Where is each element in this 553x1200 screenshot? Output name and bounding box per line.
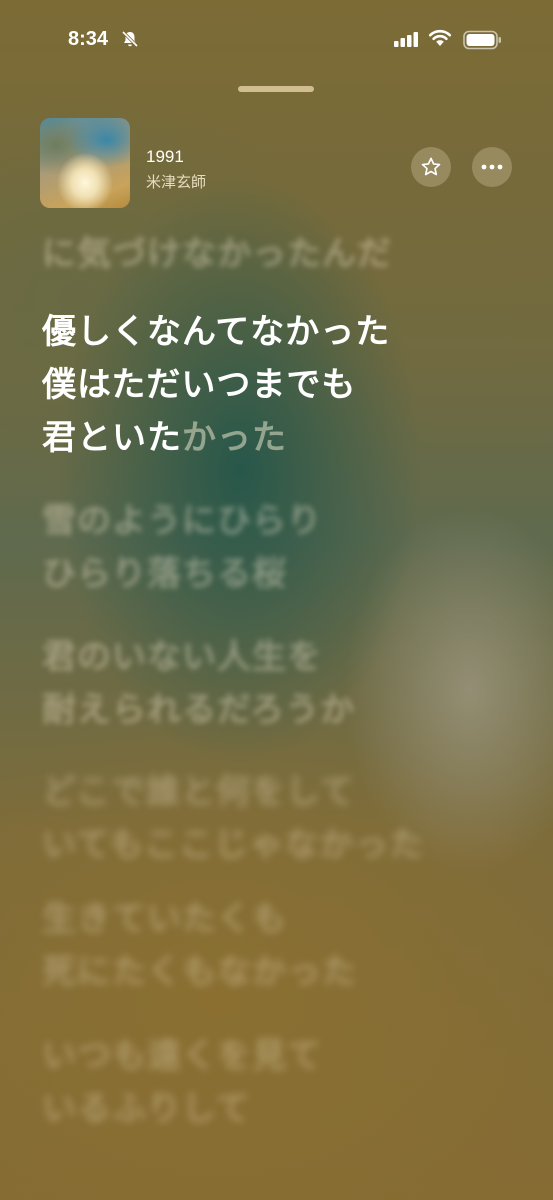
song-artist[interactable]: 米津玄師 xyxy=(146,171,206,192)
lyric-line[interactable]: いつも遠くを見て xyxy=(42,1030,322,1083)
cellular-signal-icon xyxy=(394,32,418,47)
lyric-line[interactable]: いてもここじゃなかった xyxy=(42,819,424,872)
song-title[interactable]: 1991 xyxy=(146,147,184,167)
lyric-line[interactable]: 君といたかった xyxy=(42,412,287,465)
lyric-line[interactable]: 耐えられるだろうか xyxy=(42,684,355,737)
album-art[interactable] xyxy=(40,118,130,208)
status-bar: 8:34 xyxy=(0,0,553,80)
lyric-sung-text: 君といた xyxy=(42,418,182,458)
lyric-line[interactable]: 優しくなんてなかった xyxy=(42,306,390,359)
sheet-grabber[interactable] xyxy=(238,86,314,92)
star-icon xyxy=(421,157,441,176)
favorite-button[interactable] xyxy=(411,147,451,187)
lyric-line[interactable]: ひらり落ちる桜 xyxy=(42,548,287,601)
lyric-line[interactable]: 生きていたくも xyxy=(42,893,287,946)
lyric-line[interactable]: 死にたくもなかった xyxy=(42,946,357,999)
lyric-line[interactable]: 雪のようにひらり xyxy=(42,495,322,548)
lyric-pending-text: かった xyxy=(182,418,287,458)
lyric-line[interactable]: いるふりして xyxy=(42,1083,251,1136)
lyric-line[interactable]: どこで誰と何をして xyxy=(42,766,355,819)
lyric-line-previous[interactable]: に気づけなかったんだ xyxy=(42,228,392,281)
more-icon xyxy=(481,164,503,170)
lyric-line[interactable]: 僕はただいつまでも xyxy=(42,359,356,412)
lyric-line[interactable]: 君のいない人生を xyxy=(42,631,322,684)
wifi-icon xyxy=(428,29,452,46)
bell-slash-icon xyxy=(121,30,139,48)
status-time: 8:34 xyxy=(68,28,109,50)
battery-icon xyxy=(463,30,501,50)
more-options-button[interactable] xyxy=(472,147,512,187)
